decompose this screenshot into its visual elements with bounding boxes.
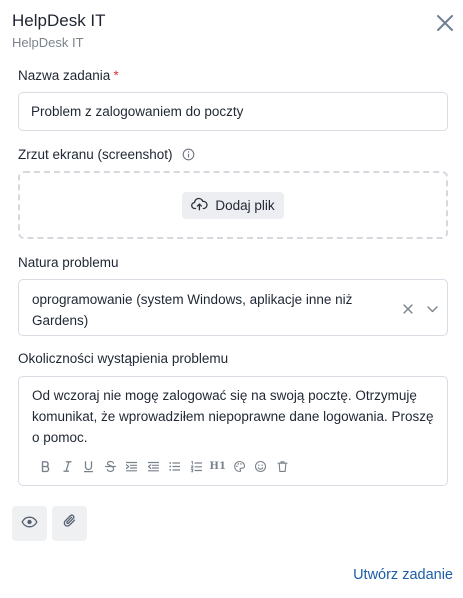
info-icon[interactable] [182, 148, 195, 161]
trash-icon[interactable] [272, 457, 294, 475]
palette-icon[interactable] [229, 457, 251, 475]
add-file-button[interactable]: Dodaj plik [182, 191, 284, 219]
task-name-value: Problem z zalogowaniem do poczty [31, 104, 244, 119]
paperclip-icon [63, 513, 77, 534]
dialog-title: HelpDesk IT [12, 11, 106, 30]
chevron-down-icon[interactable] [426, 302, 439, 314]
dialog-subtitle: HelpDesk IT [12, 35, 84, 50]
attach-button[interactable] [52, 506, 87, 541]
problem-nature-label: Natura problemu [18, 255, 119, 270]
bullet-list-icon[interactable] [164, 457, 186, 475]
bold-icon[interactable] [35, 457, 57, 475]
heading-icon[interactable]: H1 [207, 457, 229, 475]
outdent-icon[interactable] [143, 457, 165, 475]
emoji-icon[interactable] [250, 457, 272, 475]
editor-toolbar: H1 [35, 457, 293, 475]
screenshot-label-text: Zrzut ekranu (screenshot) [18, 147, 173, 162]
task-name-input[interactable]: Problem z zalogowaniem do poczty [18, 92, 448, 131]
preview-button[interactable] [12, 506, 47, 541]
indent-icon[interactable] [121, 457, 143, 475]
problem-nature-value: oprogramowanie (system Windows, aplikacj… [32, 292, 353, 328]
eye-icon [21, 515, 38, 533]
clear-selection-icon[interactable] [402, 302, 414, 314]
circumstances-label-text: Okoliczności wystąpienia problemu [18, 351, 229, 366]
underline-icon[interactable] [78, 457, 100, 475]
screenshot-label: Zrzut ekranu (screenshot) [18, 147, 195, 162]
cloud-upload-icon [191, 197, 208, 214]
circumstances-value[interactable]: Od wczoraj nie mogę zalogować się na swo… [32, 385, 437, 448]
italic-icon[interactable] [57, 457, 79, 475]
task-name-label-text: Nazwa zadania [18, 67, 111, 83]
problem-nature-label-text: Natura problemu [18, 255, 119, 270]
task-name-label: Nazwa zadania * [18, 67, 119, 83]
create-task-button[interactable]: Utwórz zadanie [353, 567, 453, 583]
strikethrough-icon[interactable] [100, 457, 122, 475]
screenshot-dropzone[interactable]: Dodaj plik [18, 171, 448, 239]
circumstances-editor[interactable]: Od wczoraj nie mogę zalogować się na swo… [18, 376, 448, 486]
circumstances-label: Okoliczności wystąpienia problemu [18, 351, 228, 366]
problem-nature-select[interactable]: oprogramowanie (system Windows, aplikacj… [18, 279, 448, 336]
numbered-list-icon[interactable] [186, 457, 208, 475]
add-file-label: Dodaj plik [215, 197, 275, 213]
close-icon[interactable] [434, 12, 456, 34]
dialog-header: HelpDesk IT HelpDesk IT [12, 10, 106, 52]
required-mark: * [113, 67, 119, 83]
